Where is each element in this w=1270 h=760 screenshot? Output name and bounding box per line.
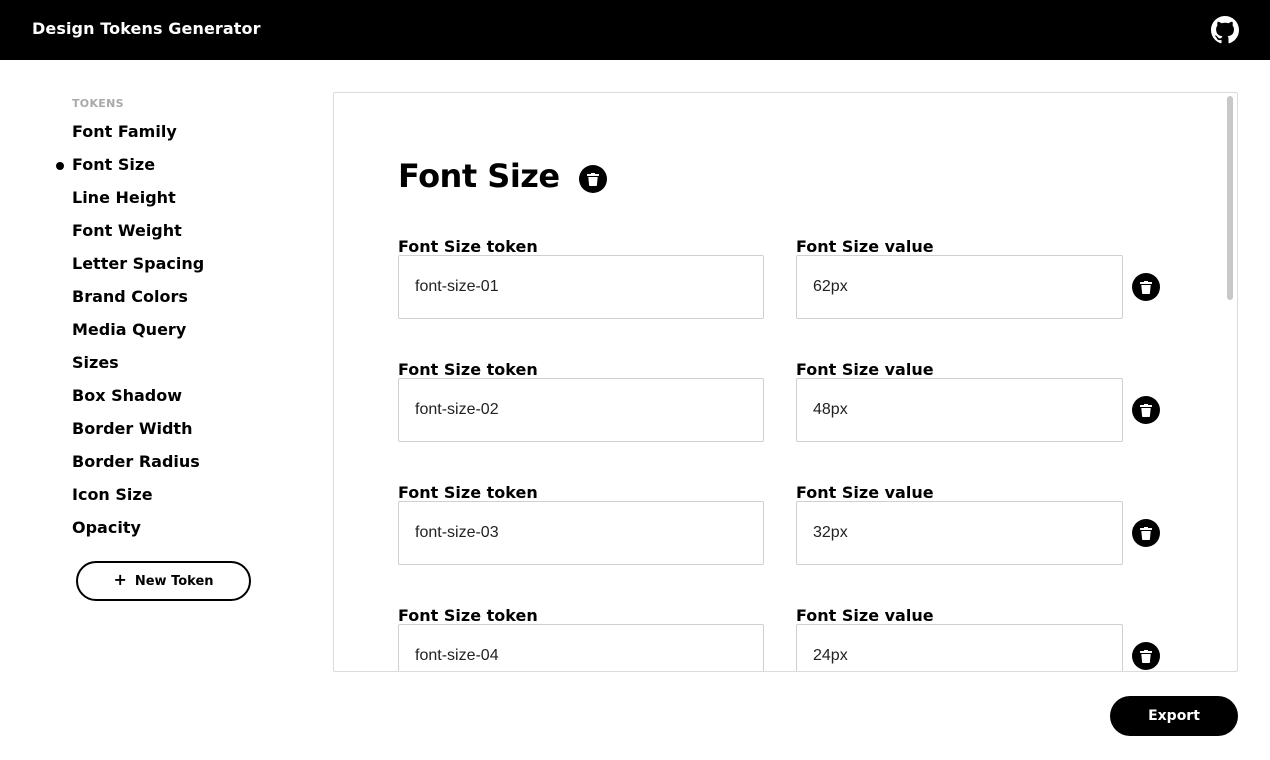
sidebar-item-label: Box Shadow [72, 386, 183, 405]
token-name-input[interactable] [398, 624, 764, 671]
sidebar-item-box-shadow[interactable]: Box Shadow [72, 385, 204, 418]
sidebar-item-icon-size[interactable]: Icon Size [72, 484, 204, 517]
sidebar-item-label: Font Weight [72, 221, 182, 240]
sidebar-item-brand-colors[interactable]: Brand Colors [72, 286, 204, 319]
sidebar-item-label: Media Query [72, 320, 187, 339]
delete-row-button[interactable] [1132, 273, 1160, 301]
sidebar-item-label: Icon Size [72, 485, 153, 504]
token-row: Font Size token Font Size value [398, 606, 1198, 671]
delete-row-button[interactable] [1132, 519, 1160, 547]
token-value-label: Font Size value [796, 483, 934, 502]
token-value-label: Font Size value [796, 237, 934, 256]
trash-icon [1140, 526, 1152, 540]
page-title: Font Size [398, 157, 560, 195]
sidebar-item-letter-spacing[interactable]: Letter Spacing [72, 253, 204, 286]
token-name-input[interactable] [398, 255, 764, 319]
sidebar-item-label: Border Radius [72, 452, 200, 471]
sidebar-item-media-query[interactable]: Media Query [72, 319, 204, 352]
trash-icon [1140, 280, 1152, 294]
panel-scrollbar[interactable] [1227, 96, 1233, 300]
github-icon[interactable] [1211, 16, 1239, 44]
sidebar-item-font-weight[interactable]: Font Weight [72, 220, 204, 253]
token-row: Font Size token Font Size value [398, 237, 1198, 360]
trash-icon [1140, 649, 1152, 663]
sidebar-item-font-family[interactable]: Font Family [72, 121, 204, 154]
token-name-input[interactable] [398, 501, 764, 565]
sidebar-item-label: Font Size [72, 155, 156, 174]
app-title: Design Tokens Generator [32, 19, 261, 38]
trash-icon [587, 172, 599, 186]
delete-row-button[interactable] [1132, 642, 1160, 670]
sidebar-item-label: Brand Colors [72, 287, 188, 306]
token-value-input[interactable] [796, 255, 1123, 319]
new-token-label: New Token [134, 573, 214, 589]
new-token-button[interactable]: + New Token [76, 561, 251, 601]
export-button[interactable]: Export [1110, 696, 1238, 736]
token-value-input[interactable] [796, 501, 1123, 565]
token-row: Font Size token Font Size value [398, 483, 1198, 606]
sidebar-heading: TOKENS [72, 97, 124, 110]
sidebar-item-label: Border Width [72, 419, 193, 438]
sidebar-item-label: Line Height [72, 188, 176, 207]
token-row: Font Size token Font Size value [398, 360, 1198, 483]
sidebar-item-font-size[interactable]: Font Size [56, 154, 204, 187]
delete-row-button[interactable] [1132, 396, 1160, 424]
sidebar-item-opacity[interactable]: Opacity [72, 517, 204, 550]
sidebar-item-label: Sizes [72, 353, 119, 372]
token-name-label: Font Size token [398, 606, 538, 625]
top-bar: Design Tokens Generator [0, 0, 1270, 60]
token-value-input[interactable] [796, 624, 1123, 671]
token-editor-panel: Font Size Font Size token Font Size valu… [333, 92, 1238, 672]
sidebar-item-label: Font Family [72, 122, 177, 141]
token-value-label: Font Size value [796, 360, 934, 379]
sidebar-item-border-radius[interactable]: Border Radius [72, 451, 204, 484]
token-value-input[interactable] [796, 378, 1123, 442]
token-name-input[interactable] [398, 378, 764, 442]
token-nav: Font Family Font Size Line Height Font W… [56, 121, 204, 550]
active-bullet [56, 162, 64, 170]
plus-icon: + [113, 570, 127, 589]
token-value-label: Font Size value [796, 606, 934, 625]
sidebar-item-line-height[interactable]: Line Height [72, 187, 204, 220]
token-name-label: Font Size token [398, 237, 538, 256]
token-name-label: Font Size token [398, 483, 538, 502]
sidebar-item-label: Letter Spacing [72, 254, 205, 273]
delete-group-button[interactable] [579, 165, 607, 193]
sidebar: TOKENS Font Family Font Size Line Height… [0, 60, 300, 760]
token-name-label: Font Size token [398, 360, 538, 379]
trash-icon [1140, 403, 1152, 417]
sidebar-item-label: Opacity [72, 518, 141, 537]
sidebar-item-border-width[interactable]: Border Width [72, 418, 204, 451]
sidebar-item-sizes[interactable]: Sizes [72, 352, 204, 385]
